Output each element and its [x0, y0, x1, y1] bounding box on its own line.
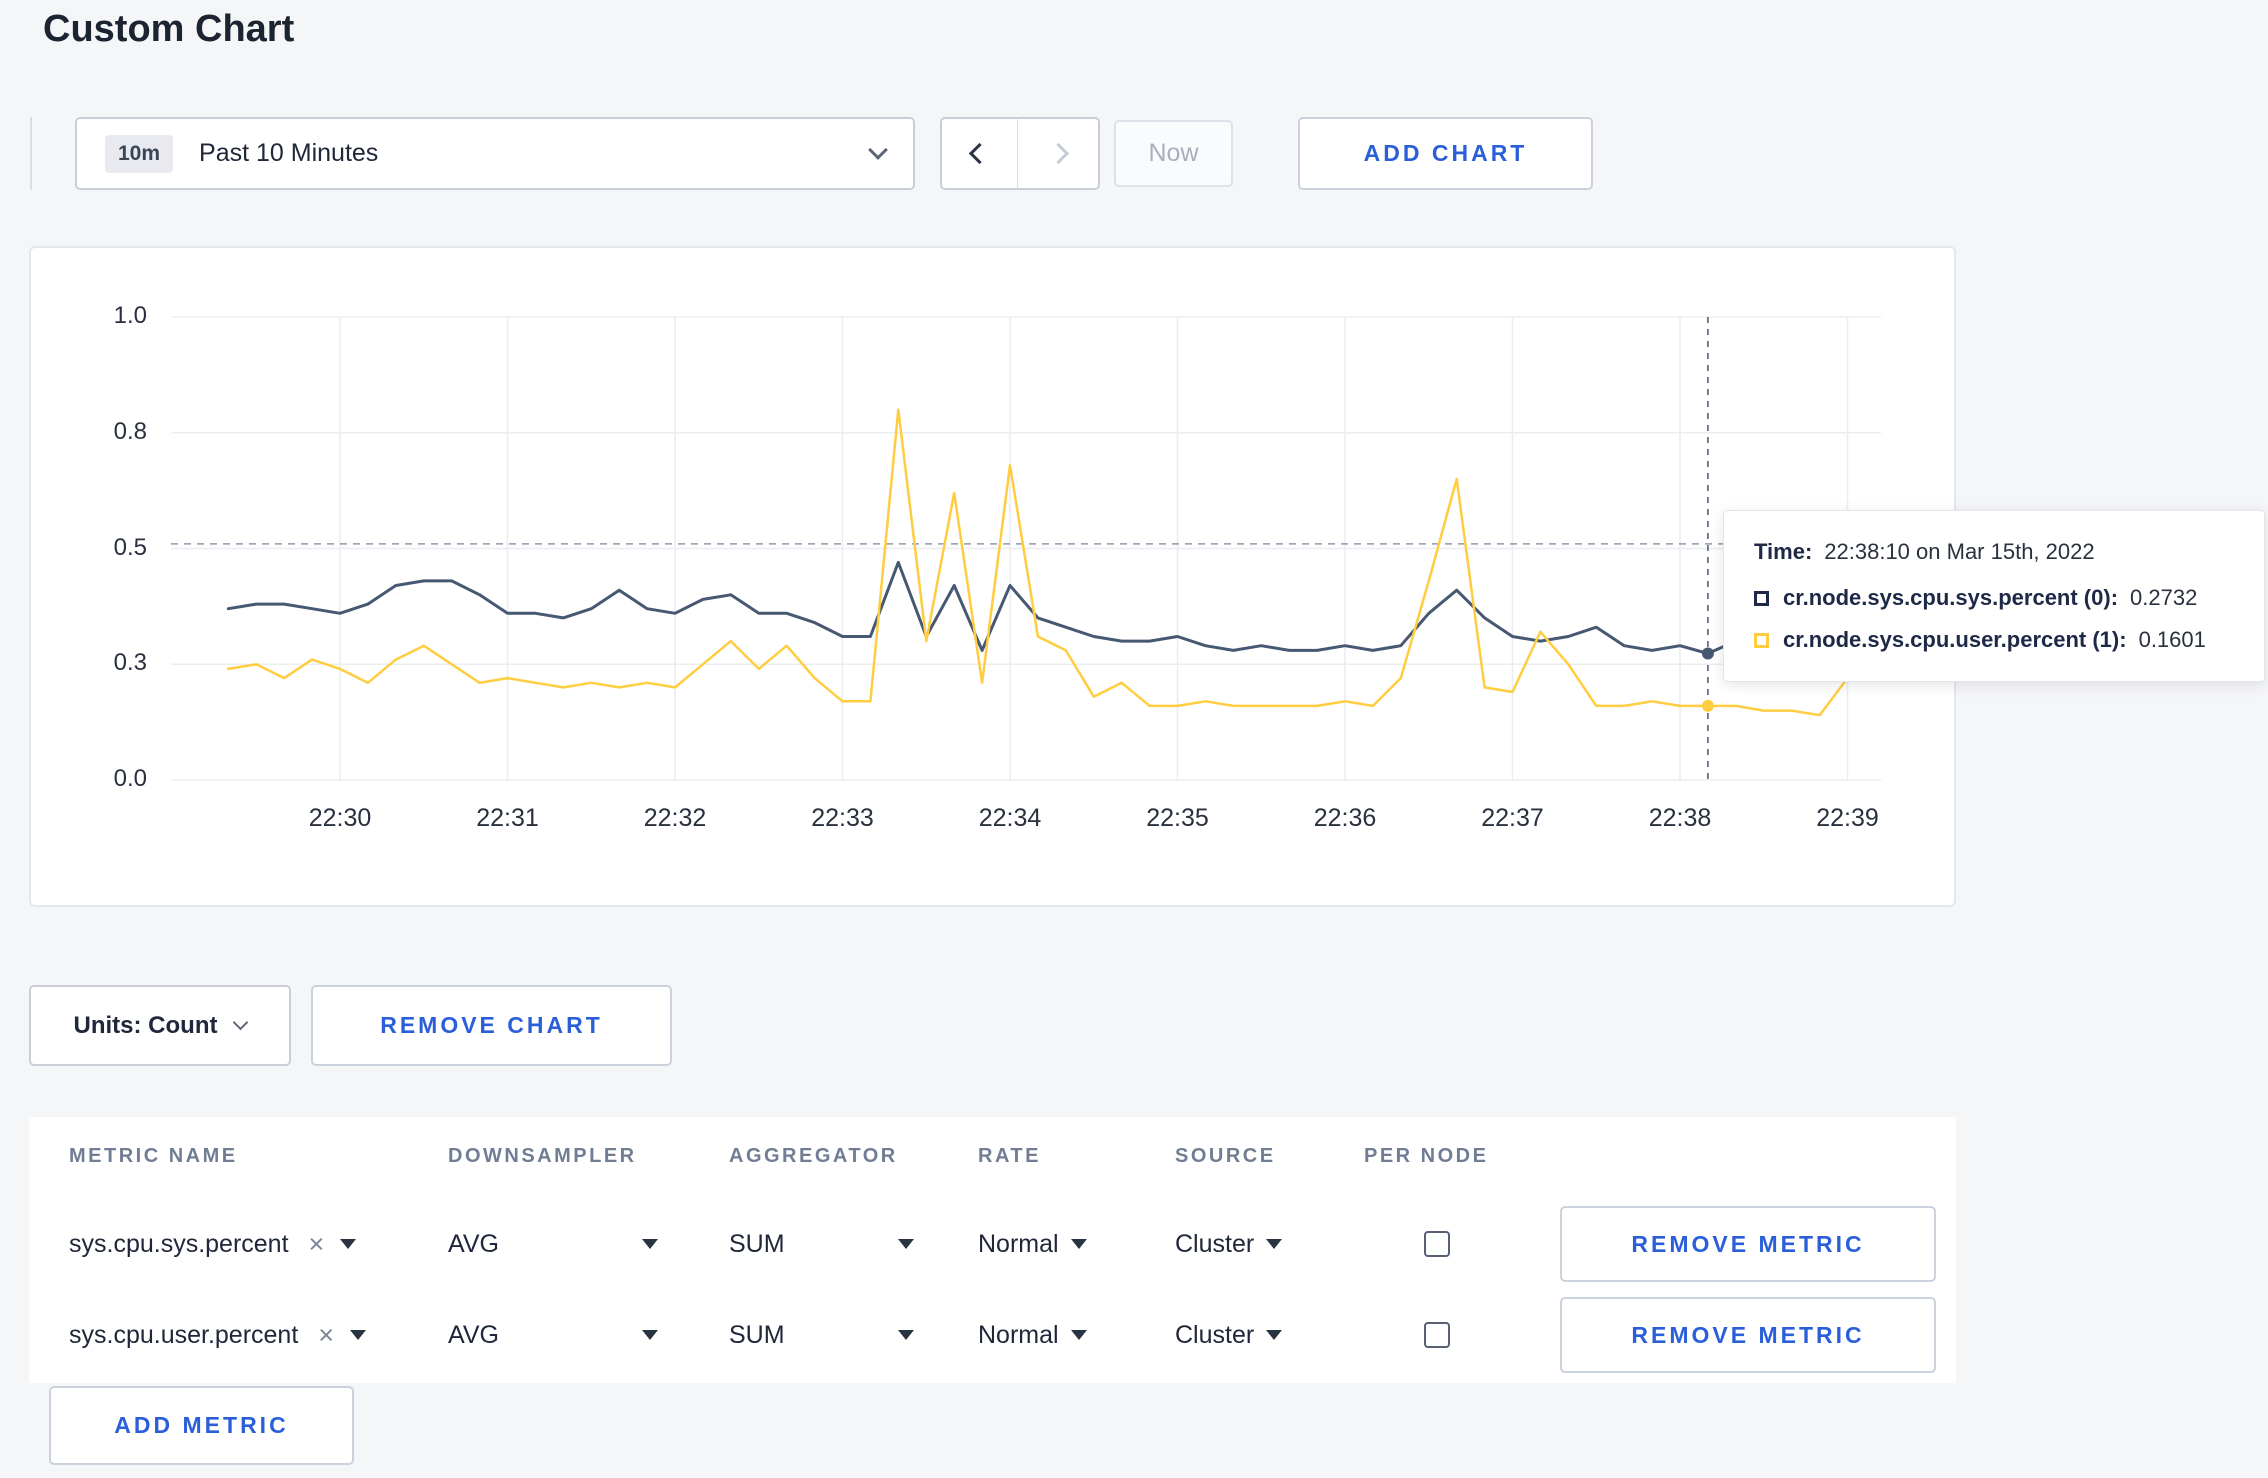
downsampler-select[interactable]: AVG	[448, 1291, 658, 1379]
x-tick-label: 22:39	[1816, 804, 1879, 832]
column-header-downsampler: DOWNSAMPLER	[448, 1145, 637, 1167]
column-header-rate: RATE	[978, 1145, 1041, 1167]
chart-card: 0.0 0.3 0.5 0.8 1.0 22:30 22:31 22:32 22:33 22:3…	[29, 246, 2265, 907]
metric-name-select[interactable]: sys.cpu.sys.percent ×	[69, 1200, 357, 1288]
downsampler-value: AVG	[448, 1229, 499, 1258]
metric-name-value: sys.cpu.user.percent	[69, 1320, 299, 1349]
caret-down-icon	[898, 1330, 914, 1340]
series-line	[227, 408, 1877, 717]
chart-svg[interactable]	[171, 316, 1881, 781]
y-axis-labels: 0.0 0.3 0.5 0.8 1.0	[31, 248, 157, 905]
y-tick-label: 0.8	[113, 417, 147, 445]
tooltip-series-row: cr.node.sys.cpu.user.percent (1): 0.1601	[1754, 627, 2234, 653]
tooltip-series-value: 0.1601	[2138, 627, 2206, 652]
table-row: sys.cpu.sys.percent × AVG SUM Normal Clu…	[29, 1200, 1956, 1288]
column-header-metric-name: METRIC NAME	[69, 1145, 238, 1167]
caret-down-icon	[1070, 1239, 1087, 1249]
caret-down-icon	[1070, 1330, 1087, 1340]
table-row: sys.cpu.user.percent × AVG SUM Normal Cl…	[29, 1291, 1956, 1379]
downsampler-value: AVG	[448, 1320, 499, 1349]
x-tick-label: 22:37	[1481, 804, 1544, 832]
y-tick-label: 1.0	[113, 302, 147, 329]
x-tick-label: 22:32	[643, 804, 707, 832]
per-node-checkbox[interactable]	[1424, 1231, 1450, 1257]
x-tick-label: 22:35	[1146, 804, 1209, 832]
caret-down-icon	[642, 1330, 658, 1340]
custom-chart-page: Custom Chart 10m Past 10 Minutes Now ADD…	[0, 0, 2268, 1478]
per-node-checkbox[interactable]	[1424, 1322, 1450, 1348]
tooltip-time-row: Time: 22:38:10 on Mar 15th, 2022	[1754, 539, 2234, 565]
aggregator-select[interactable]: SUM	[729, 1291, 914, 1379]
chevron-down-icon	[233, 1014, 249, 1031]
x-tick-label: 22:36	[1313, 804, 1377, 832]
hover-dot	[1701, 699, 1714, 712]
tooltip-time-value: 22:38:10 on Mar 15th, 2022	[1824, 539, 2095, 564]
source-value: Cluster	[1175, 1320, 1255, 1349]
y-tick-label: 0.0	[113, 765, 147, 792]
chevron-left-icon	[968, 142, 991, 165]
clear-icon[interactable]: ×	[309, 1229, 325, 1260]
aggregator-value: SUM	[729, 1320, 785, 1349]
x-tick-label: 22:34	[978, 804, 1042, 832]
add-metric-button[interactable]: ADD METRIC	[49, 1386, 354, 1465]
downsampler-select[interactable]: AVG	[448, 1200, 658, 1288]
caret-down-icon	[1266, 1330, 1283, 1340]
remove-chart-button[interactable]: REMOVE CHART	[311, 985, 672, 1066]
now-button[interactable]: Now	[1114, 120, 1233, 187]
metric-name-select[interactable]: sys.cpu.user.percent ×	[69, 1291, 367, 1379]
caret-down-icon	[340, 1239, 357, 1249]
caret-down-icon	[898, 1239, 914, 1249]
caret-down-icon	[350, 1330, 367, 1340]
toolbar-divider	[30, 117, 32, 190]
x-tick-label: 22:38	[1648, 804, 1712, 832]
source-select[interactable]: Cluster	[1175, 1200, 1283, 1288]
units-label: Units: Count	[73, 1011, 218, 1039]
rate-select[interactable]: Normal	[978, 1200, 1087, 1288]
aggregator-value: SUM	[729, 1229, 785, 1258]
units-dropdown[interactable]: Units: Count	[29, 985, 291, 1066]
column-header-aggregator: AGGREGATOR	[729, 1145, 898, 1167]
add-chart-button[interactable]: ADD CHART	[1298, 117, 1593, 190]
time-range-label: Past 10 Minutes	[199, 139, 379, 167]
chevron-down-icon	[868, 139, 888, 160]
chevron-right-icon	[1047, 142, 1069, 165]
metric-name-value: sys.cpu.sys.percent	[69, 1229, 289, 1258]
tooltip-swatch	[1754, 632, 1769, 648]
tooltip-time-label: Time:	[1754, 539, 1813, 564]
tooltip-series-row: cr.node.sys.cpu.sys.percent (0): 0.2732	[1754, 585, 2234, 611]
caret-down-icon	[1266, 1239, 1283, 1249]
page-title: Custom Chart	[43, 8, 295, 50]
tooltip-series-label: cr.node.sys.cpu.sys.percent (0):	[1783, 585, 2119, 610]
time-range-dropdown[interactable]: 10m Past 10 Minutes	[75, 117, 915, 190]
rate-value: Normal	[978, 1320, 1059, 1349]
column-header-source: SOURCE	[1175, 1145, 1276, 1167]
x-tick-label: 22:33	[811, 804, 874, 832]
rate-value: Normal	[978, 1229, 1059, 1258]
x-tick-label: 22:31	[476, 804, 539, 832]
source-select[interactable]: Cluster	[1175, 1291, 1283, 1379]
clear-icon[interactable]: ×	[318, 1320, 334, 1351]
caret-down-icon	[642, 1239, 658, 1249]
time-range-badge: 10m	[105, 134, 174, 173]
hover-dot	[1701, 647, 1714, 660]
remove-metric-button[interactable]: REMOVE METRIC	[1560, 1297, 1936, 1373]
tooltip-series-value: 0.2732	[2130, 585, 2198, 610]
y-tick-label: 0.3	[113, 649, 147, 677]
aggregator-select[interactable]: SUM	[729, 1200, 914, 1288]
source-value: Cluster	[1175, 1229, 1255, 1258]
series-line	[226, 560, 1877, 655]
next-range-button[interactable]	[1017, 117, 1100, 190]
column-header-per-node: PER NODE	[1364, 1145, 1489, 1167]
chart-tooltip: Time: 22:38:10 on Mar 15th, 2022 cr.node.…	[1723, 510, 2265, 682]
remove-metric-button[interactable]: REMOVE METRIC	[1560, 1206, 1936, 1282]
metrics-table: METRIC NAME DOWNSAMPLER AGGREGATOR RATE …	[29, 1117, 1956, 1383]
y-tick-label: 0.5	[113, 533, 147, 561]
tooltip-swatch	[1754, 590, 1769, 606]
rate-select[interactable]: Normal	[978, 1291, 1087, 1379]
tooltip-series-label: cr.node.sys.cpu.user.percent (1):	[1783, 627, 2127, 652]
prev-range-button[interactable]	[940, 117, 1019, 190]
x-tick-label: 22:30	[308, 804, 372, 832]
